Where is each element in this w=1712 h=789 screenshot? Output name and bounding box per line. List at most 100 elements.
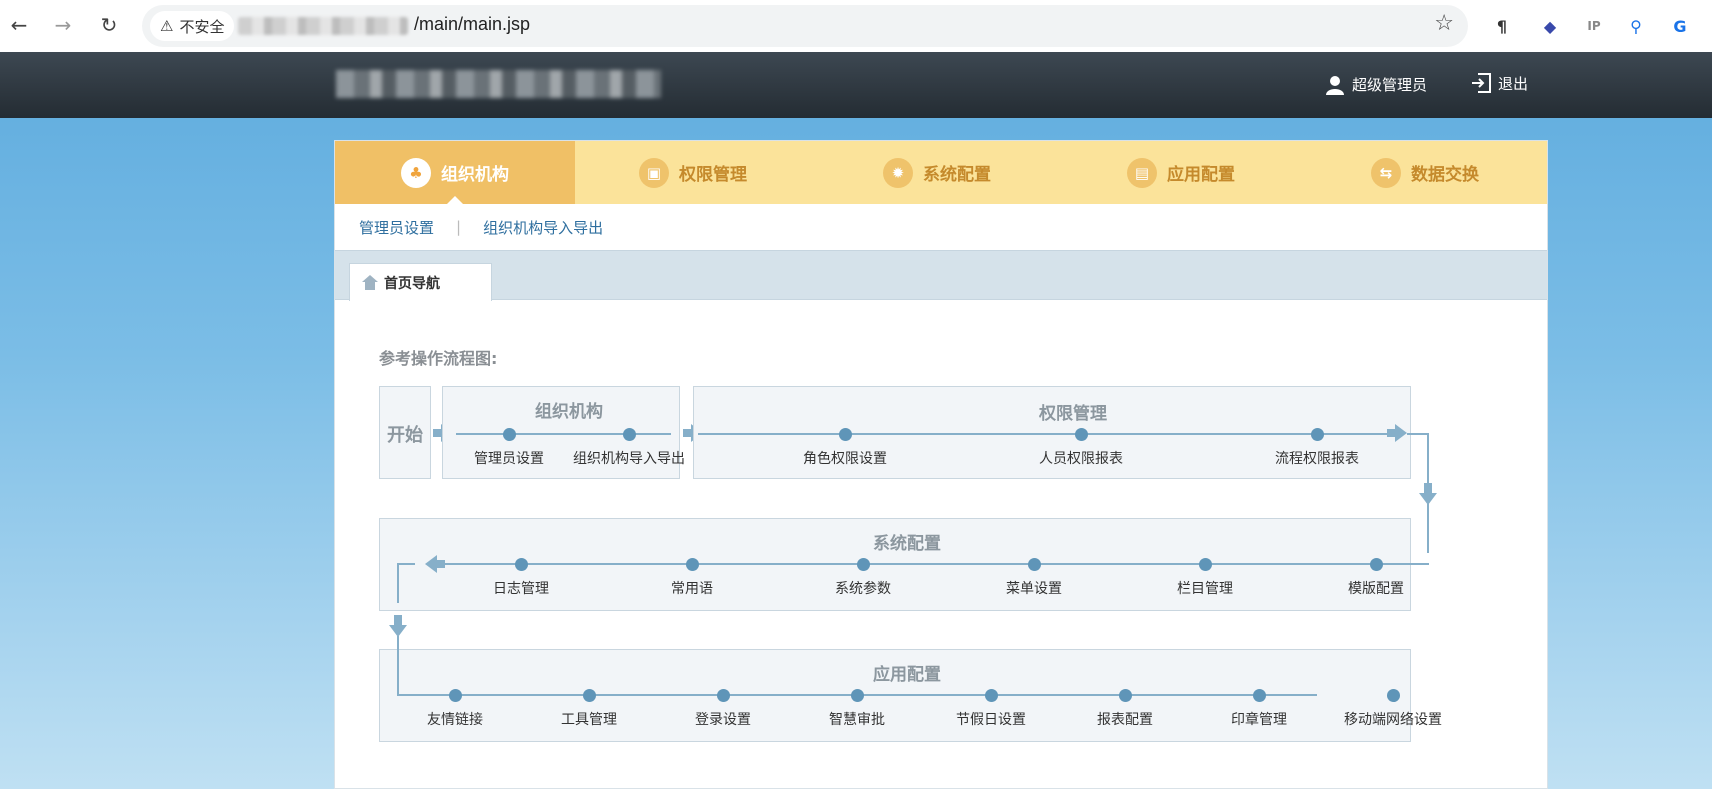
flow-node-report-config[interactable]: 报表配置 [1097,709,1153,729]
flow-node-dot [1387,689,1400,702]
flow-node-dot [583,689,596,702]
flow-arrow-left-icon [425,555,445,573]
tab-system[interactable]: ✹ 系统配置 [883,141,991,204]
page-tab-label: 首页导航 [384,275,440,292]
flow-node-dot [857,558,870,571]
flow-start-label: 开始 [387,425,423,446]
flow-node-system-parameters[interactable]: 系统参数 [835,578,891,598]
flow-line [397,563,399,603]
exchange-icon: ⇆ [1371,157,1401,188]
flow-line [1407,433,1429,435]
flow-node-friendly-links[interactable]: 友情链接 [427,709,483,729]
badge-extension-icon[interactable]: ◆ [1536,12,1564,40]
page-tab-home[interactable]: 首页导航 [349,263,492,301]
tab-label: 权限管理 [679,165,747,185]
subnav-divider: | [456,218,462,236]
subnav-org-import-export[interactable]: 组织机构导入导出 [483,217,603,238]
user-icon [1326,75,1344,95]
gear-icon: ✹ [883,157,913,188]
paragraph-extension-icon[interactable]: ¶ [1488,12,1516,40]
app-icon: ▤ [1127,157,1157,188]
flow-arrow-down-icon [1419,483,1437,505]
back-icon[interactable]: ← [4,10,34,40]
flow-node-smart-approval[interactable]: 智慧审批 [829,709,885,729]
flow-node-tool-management[interactable]: 工具管理 [561,709,617,729]
address-bar[interactable]: ⚠ 不安全 /main/main.jsp ☆ [142,5,1468,47]
flow-node-dot [686,558,699,571]
flow-node-dot [1119,689,1132,702]
user-label: 超级管理员 [1352,76,1428,94]
logout-label: 退出 [1498,74,1529,93]
ip-extension-icon[interactable]: IP [1580,12,1608,40]
flow-node-dot [449,689,462,702]
main-panel: ♣ 组织机构 ▣ 权限管理 ✹ 系统配置 ▤ 应用配置 ⇆ 数据交换 管理员设置… [334,140,1548,789]
tab-label: 组织机构 [441,165,509,185]
url-text: /main/main.jsp [414,14,531,34]
flow-chart-title: 参考操作流程图: [379,349,498,368]
security-chip[interactable]: ⚠ 不安全 [150,11,235,41]
flow-node-dot [851,689,864,702]
flow-node-mobile-network-settings[interactable]: 移动端网络设置 [1344,709,1442,729]
flow-node-dot [839,428,852,441]
flow-line [698,433,1398,435]
flow-line [456,433,671,435]
flow-org-title: 组织机构 [535,402,603,422]
page-tab-strip: 首页导航 [335,250,1547,301]
flow-node-admin-settings[interactable]: 管理员设置 [474,448,544,468]
flow-node-dot [1028,558,1041,571]
tab-label: 系统配置 [923,165,991,185]
flow-start-box: 开始 [379,386,431,479]
flow-arrow-right-icon [1387,424,1407,442]
tab-data-exchange[interactable]: ⇆ 数据交换 [1371,141,1479,204]
flow-node-role-permission[interactable]: 角色权限设置 [803,448,887,468]
flow-node-user-permission-report[interactable]: 人员权限报表 [1039,448,1123,468]
flow-node-seal-management[interactable]: 印章管理 [1231,709,1287,729]
flow-line [397,563,415,565]
reload-icon[interactable]: ↻ [94,10,124,40]
flow-node-dot [1253,689,1266,702]
security-label: 不安全 [179,17,225,36]
subnav-admin-settings[interactable]: 管理员设置 [359,217,434,238]
flow-node-dot [1370,558,1383,571]
translate-extension-icon[interactable]: G [1666,12,1694,40]
module-tabs: ♣ 组织机构 ▣ 权限管理 ✹ 系统配置 ▤ 应用配置 ⇆ 数据交换 [335,141,1547,204]
flow-node-dot [1311,428,1324,441]
tab-application[interactable]: ▤ 应用配置 [1127,141,1235,204]
browser-toolbar: ← → ↻ ⚠ 不安全 /main/main.jsp ☆ ¶ ◆ IP ⚲ G [0,0,1712,52]
logout-icon [1472,73,1491,93]
flow-node-dot [1199,558,1212,571]
flow-node-dot [717,689,730,702]
sub-navigation: 管理员设置 | 组织机构导入导出 [335,204,1547,250]
flow-node-dot [623,428,636,441]
tab-label: 应用配置 [1167,165,1235,185]
flow-node-log-management[interactable]: 日志管理 [493,578,549,598]
flow-node-common-phrases[interactable]: 常用语 [671,578,713,598]
flow-node-org-import-export[interactable]: 组织机构导入导出 [573,448,685,468]
logout-button[interactable]: 退出 [1470,72,1528,94]
pin-extension-icon[interactable]: ⚲ [1622,12,1650,40]
logo-redacted [336,70,661,98]
bookmark-star-icon[interactable]: ☆ [1434,11,1454,36]
tab-label: 数据交换 [1411,165,1479,185]
flow-system-title: 系统配置 [873,534,941,554]
home-icon [362,275,378,290]
tree-icon: ♣ [401,157,431,188]
flow-permission-title: 权限管理 [1039,404,1107,424]
current-user[interactable]: 超级管理员 [1326,74,1427,95]
flow-node-column-management[interactable]: 栏目管理 [1177,578,1233,598]
flow-node-dot [515,558,528,571]
tab-org[interactable]: ♣ 组织机构 [335,141,575,204]
flow-node-login-settings[interactable]: 登录设置 [695,709,751,729]
flow-node-holiday-settings[interactable]: 节假日设置 [956,709,1026,729]
flow-application-title: 应用配置 [873,665,941,685]
flow-node-process-permission-report[interactable]: 流程权限报表 [1275,448,1359,468]
flow-line [445,563,1429,565]
lock-icon: ▣ [639,157,669,188]
flow-line [397,636,399,696]
url-redacted [238,17,408,35]
flow-node-dot [1075,428,1088,441]
forward-icon[interactable]: → [48,10,78,40]
flow-node-menu-settings[interactable]: 菜单设置 [1006,578,1062,598]
flow-node-template-config[interactable]: 模版配置 [1348,578,1404,598]
tab-permission[interactable]: ▣ 权限管理 [639,141,747,204]
